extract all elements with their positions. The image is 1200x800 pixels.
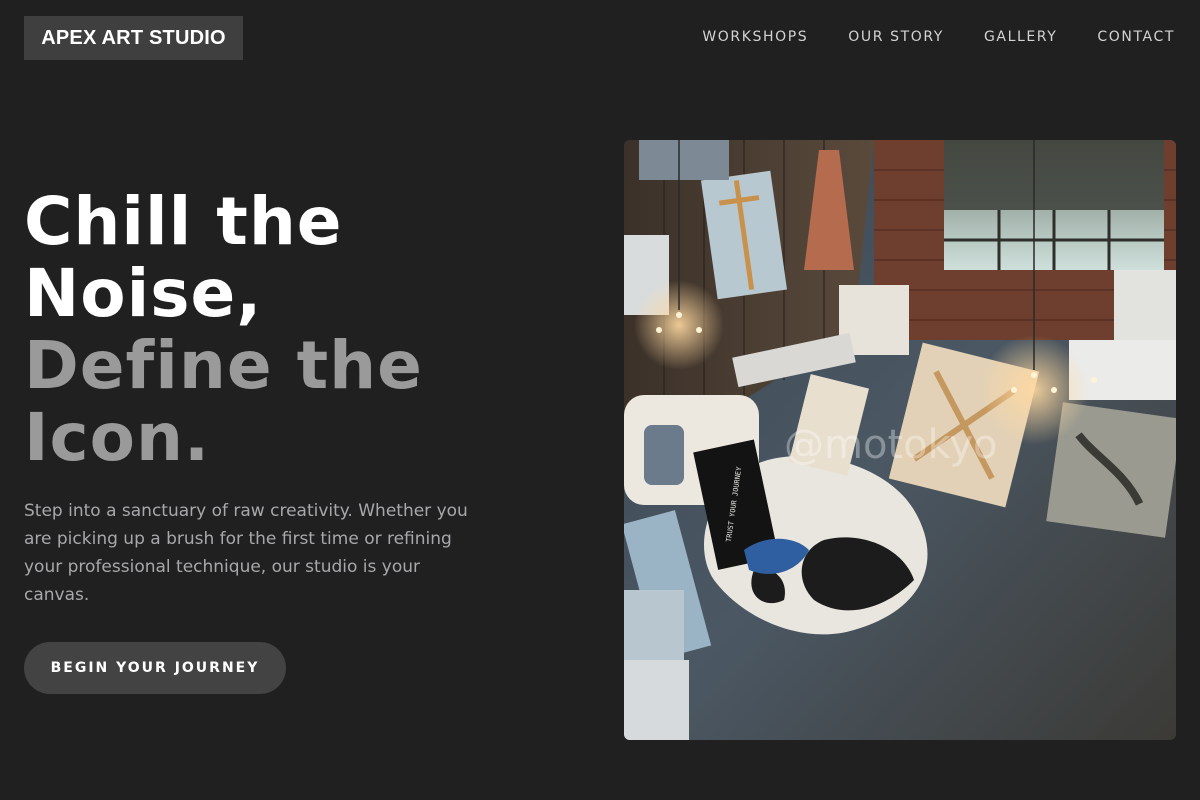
- nav-link-workshops[interactable]: WORKSHOPS: [702, 27, 808, 47]
- headline-line-4: Icon.: [24, 399, 211, 476]
- nav-link-our-story[interactable]: OUR STORY: [848, 27, 944, 47]
- begin-journey-button[interactable]: BEGIN YOUR JOURNEY: [24, 642, 286, 694]
- nav-link-gallery[interactable]: GALLERY: [984, 27, 1057, 47]
- canvas-top-left: [639, 140, 729, 180]
- hero-description: Step into a sanctuary of raw creativity.…: [24, 501, 468, 605]
- site-header: APEX ART STUDIO WORKSHOPS OUR STORY GALL…: [0, 0, 1200, 76]
- nav-link-contact[interactable]: CONTACT: [1097, 27, 1175, 47]
- hero-headline: Chill the Noise, Define the Icon.: [24, 186, 423, 474]
- hero-image: TRUST YOUR JOURNEY @motokyo: [624, 140, 1176, 740]
- headline-line-1: Chill the: [24, 183, 343, 260]
- headline-line-2: Noise,: [24, 255, 263, 332]
- brand-logo[interactable]: APEX ART STUDIO: [24, 16, 243, 60]
- headline-line-3: Define the: [24, 327, 423, 404]
- main-nav: WORKSHOPS OUR STORY GALLERY CONTACT: [702, 27, 1175, 47]
- photo-watermark: @motokyo: [784, 422, 997, 468]
